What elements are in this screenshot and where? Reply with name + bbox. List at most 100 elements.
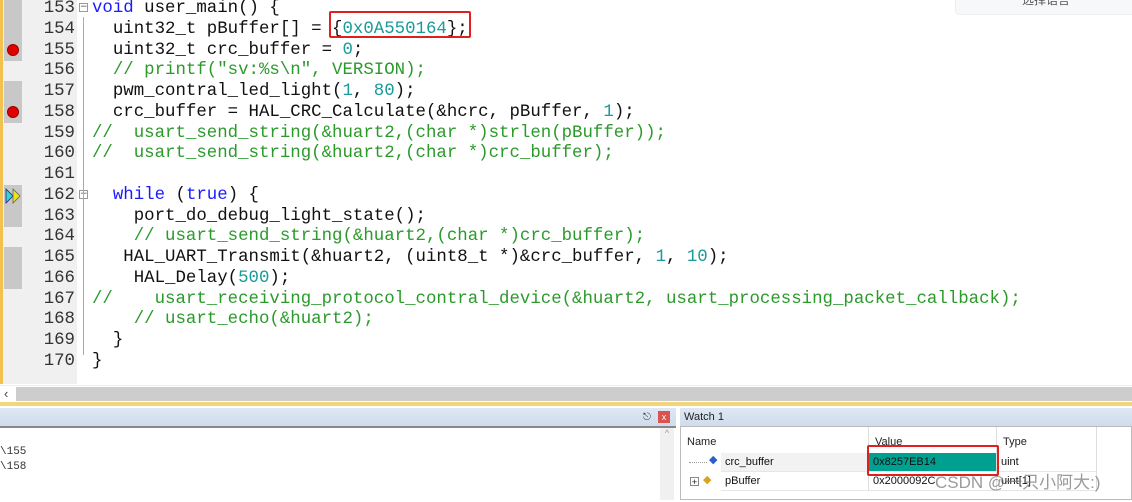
- line-number: 159: [43, 123, 75, 143]
- line-number: 169: [43, 331, 75, 351]
- code-token: user_main() {: [133, 0, 280, 18]
- select-language-button[interactable]: 选择语言: [955, 0, 1132, 15]
- breakpoint-cell[interactable]: [4, 164, 22, 185]
- breakpoint-cell[interactable]: [4, 60, 22, 81]
- close-icon[interactable]: x: [658, 411, 670, 423]
- code-token: pwm_contral_led_light(: [92, 82, 343, 102]
- code-text: crc_buffer = HAL_CRC_Calculate(&hcrc, pB…: [92, 102, 635, 123]
- code-token: ,: [352, 82, 374, 102]
- number-token: 10: [686, 248, 708, 268]
- code-text: // usart_echo(&huart2);: [92, 309, 374, 330]
- breakpoint-cell[interactable]: [4, 226, 22, 247]
- line-number: 160: [43, 144, 75, 164]
- line-number: 170: [43, 351, 75, 371]
- breakpoint-cell[interactable]: [4, 39, 22, 61]
- breakpoint-cell[interactable]: [4, 18, 22, 40]
- code-text: // usart_send_string(&huart2,(char *)crc…: [92, 143, 614, 164]
- line-number: 165: [43, 248, 75, 268]
- breakpoint-cell[interactable]: [4, 267, 22, 289]
- watch-name: pBuffer: [721, 472, 869, 491]
- line-number: 156: [43, 61, 75, 81]
- comment-token: // usart_receiving_protocol_contral_devi…: [92, 289, 1021, 309]
- fold-collapse-icon[interactable]: −: [79, 3, 88, 12]
- code-text: pwm_contral_led_light(1, 80);: [92, 81, 416, 102]
- column-header-name[interactable]: Name: [681, 427, 869, 453]
- code-text: }: [92, 351, 102, 372]
- code-line[interactable]: 159 // usart_send_string(&huart2,(char *)…: [0, 123, 1132, 144]
- code-token: ) {: [227, 185, 259, 205]
- code-line[interactable]: 161: [0, 164, 1132, 185]
- code-line[interactable]: 158 crc_buffer = HAL_CRC_Calculate(&hcrc…: [0, 101, 1132, 123]
- code-line[interactable]: 167 // usart_receiving_protocol_contral_d…: [0, 289, 1132, 310]
- keyword-token: while: [112, 185, 166, 205]
- code-token: }: [92, 331, 124, 351]
- breakpoint-cell[interactable]: [4, 330, 22, 351]
- current-line-arrow-icon: [5, 187, 21, 204]
- comment-token: // printf("sv:%s\n", VERSION);: [92, 61, 426, 81]
- breakpoint-cell[interactable]: [4, 247, 22, 269]
- code-text: // printf("sv:%s\n", VERSION);: [92, 60, 426, 81]
- comment-token: // usart_send_string(&huart2,(char *)crc…: [92, 227, 646, 247]
- code-text: void user_main() {: [92, 0, 280, 19]
- number-token: 500: [238, 268, 270, 288]
- code-line[interactable]: 154 uint32_t pBuffer[] = {0x0A550164};: [0, 18, 1132, 40]
- code-line[interactable]: 166 HAL_Delay(500);: [0, 267, 1132, 289]
- code-text: HAL_Delay(500);: [92, 268, 291, 289]
- panel-separator[interactable]: [0, 402, 1132, 406]
- code-line[interactable]: 162− while (true) {: [0, 184, 1132, 206]
- code-line[interactable]: 168 // usart_echo(&huart2);: [0, 309, 1132, 330]
- number-token: 1: [655, 248, 666, 268]
- code-line[interactable]: 170}: [0, 351, 1132, 372]
- code-text: uint32_t crc_buffer = 0;: [92, 40, 363, 61]
- code-token: ,: [666, 248, 687, 268]
- watch-name: crc_buffer: [721, 453, 869, 472]
- expand-icon[interactable]: +: [690, 477, 699, 487]
- code-text: while (true) {: [92, 185, 259, 206]
- line-number: 168: [43, 310, 75, 330]
- code-line[interactable]: 155 uint32_t crc_buffer = 0;: [0, 39, 1132, 61]
- line-number: 163: [43, 206, 75, 226]
- code-token: );: [707, 248, 729, 268]
- column-header-type[interactable]: Type: [997, 427, 1097, 453]
- breakpoint-cell[interactable]: [4, 143, 22, 164]
- scroll-left-icon[interactable]: ‹: [4, 386, 8, 402]
- horizontal-scrollbar[interactable]: ‹: [0, 385, 1132, 403]
- code-text: HAL_UART_Transmit(&huart2, (uint8_t *)&c…: [92, 247, 729, 268]
- code-token: ;: [352, 40, 364, 60]
- fold-guide: [83, 17, 84, 355]
- code-line[interactable]: 157 pwm_contral_led_light(1, 80);: [0, 81, 1132, 103]
- breakpoint-cell[interactable]: [4, 101, 22, 123]
- breakpoint-cell[interactable]: [4, 184, 22, 206]
- breakpoint-cell[interactable]: [4, 351, 22, 372]
- code-line[interactable]: 163 port_do_debug_light_state();: [0, 205, 1132, 227]
- breakpoint-cell[interactable]: [4, 309, 22, 330]
- output-line: \155: [0, 446, 27, 458]
- code-token: (: [165, 185, 186, 205]
- code-line[interactable]: 165 HAL_UART_Transmit(&huart2, (uint8_t …: [0, 247, 1132, 269]
- number-token: 1: [342, 82, 353, 102]
- array-variable-icon: ◆: [703, 474, 712, 486]
- pin-icon[interactable]: ⎋: [643, 412, 651, 423]
- code-token: );: [613, 102, 635, 122]
- breakpoint-icon[interactable]: [7, 105, 19, 118]
- number-token: 80: [373, 82, 395, 102]
- output-vertical-scrollbar[interactable]: ^: [660, 428, 674, 500]
- breakpoint-cell[interactable]: [4, 289, 22, 310]
- breakpoint-cell[interactable]: [4, 205, 22, 227]
- code-editor[interactable]: 153− void user_main() {154 uint32_t pBuff…: [0, 0, 1132, 384]
- code-line[interactable]: 164 // usart_send_string(&huart2,(char *…: [0, 226, 1132, 247]
- scrollbar-thumb[interactable]: [16, 387, 1132, 401]
- tree-line: [689, 462, 707, 463]
- line-number: 167: [43, 289, 75, 309]
- code-line[interactable]: 169 }: [0, 330, 1132, 351]
- breakpoint-cell[interactable]: [4, 81, 22, 103]
- breakpoint-cell[interactable]: [4, 123, 22, 144]
- line-number: 153: [43, 0, 75, 18]
- breakpoint-icon[interactable]: [7, 43, 19, 56]
- watermark: CSDN @一只小阿大:): [935, 473, 1101, 492]
- code-line[interactable]: 156 // printf("sv:%s\n", VERSION);: [0, 60, 1132, 81]
- code-line[interactable]: 160 // usart_send_string(&huart2,(char *)…: [0, 143, 1132, 164]
- code-token: port_do_debug_light_state();: [92, 206, 426, 226]
- breakpoint-cell[interactable]: [4, 0, 22, 19]
